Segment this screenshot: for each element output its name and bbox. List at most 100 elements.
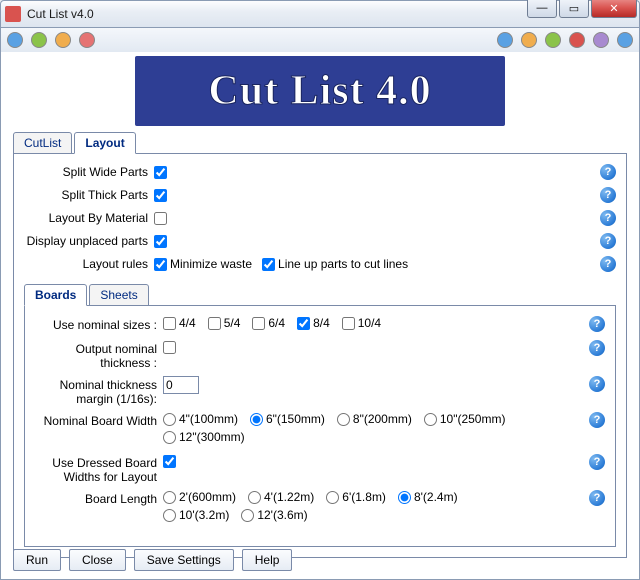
board-length-radio[interactable] xyxy=(398,491,411,504)
row-board-width: Nominal Board Width 4"(100mm)6"(150mm)8"… xyxy=(35,412,605,448)
display-unplaced-checkbox[interactable] xyxy=(154,235,167,248)
save-settings-button[interactable]: Save Settings xyxy=(134,549,234,571)
board-length-radio[interactable] xyxy=(248,491,261,504)
app-banner: Cut List 4.0 xyxy=(135,56,505,126)
output-nominal-checkbox[interactable] xyxy=(163,341,176,354)
main-tabs: CutList Layout xyxy=(13,132,627,154)
help-icon[interactable]: ? xyxy=(589,316,605,332)
inner-panel-wrap: Boards Sheets Use nominal sizes : 4/45/4… xyxy=(24,284,616,547)
tab-sheets[interactable]: Sheets xyxy=(89,284,148,306)
board-width-radio[interactable] xyxy=(250,413,263,426)
nominal-size-checkbox[interactable] xyxy=(342,317,355,330)
dressed-widths-checkbox[interactable] xyxy=(163,455,176,468)
rule-lineup-option[interactable]: Line up parts to cut lines xyxy=(262,257,408,271)
nominal-size-checkbox[interactable] xyxy=(163,317,176,330)
help-icon[interactable]: ? xyxy=(589,376,605,392)
display-unplaced-label: Display unplaced parts xyxy=(24,234,154,248)
board-width-radio[interactable] xyxy=(163,431,176,444)
toolbar-icon xyxy=(79,32,95,48)
row-layout-rules: Layout rules Minimize waste Line up part… xyxy=(24,254,616,274)
nominal-size-label: 10/4 xyxy=(358,316,381,330)
board-width-option[interactable]: 10"(250mm) xyxy=(424,412,506,426)
board-width-option[interactable]: 8"(200mm) xyxy=(337,412,412,426)
nominal-size-option[interactable]: 5/4 xyxy=(208,316,241,330)
rule-lineup-label: Line up parts to cut lines xyxy=(278,257,408,271)
toolbar-icon xyxy=(521,32,537,48)
board-length-option[interactable]: 4'(1.22m) xyxy=(248,490,314,504)
board-length-radio[interactable] xyxy=(163,509,176,522)
run-button[interactable]: Run xyxy=(13,549,61,571)
split-thick-checkbox[interactable] xyxy=(154,189,167,202)
rule-minimize-option[interactable]: Minimize waste xyxy=(154,257,252,271)
close-window-button[interactable]: ✕ xyxy=(591,0,637,18)
thickness-margin-input[interactable] xyxy=(163,376,199,394)
nominal-size-checkbox[interactable] xyxy=(297,317,310,330)
help-icon[interactable]: ? xyxy=(600,233,616,249)
board-length-radio[interactable] xyxy=(241,509,254,522)
rule-minimize-label: Minimize waste xyxy=(170,257,252,271)
close-button[interactable]: Close xyxy=(69,549,126,571)
board-length-radio[interactable] xyxy=(163,491,176,504)
by-material-checkbox[interactable] xyxy=(154,212,167,225)
row-thickness-margin: Nominal thickness margin (1/16s): ? xyxy=(35,376,605,406)
nominal-size-option[interactable]: 6/4 xyxy=(252,316,285,330)
board-width-radio[interactable] xyxy=(163,413,176,426)
board-length-option[interactable]: 12'(3.6m) xyxy=(241,508,307,522)
help-icon[interactable]: ? xyxy=(600,187,616,203)
toolbar-icon xyxy=(7,32,23,48)
board-width-label: 6"(150mm) xyxy=(266,412,325,426)
banner-text: Cut List 4.0 xyxy=(208,67,431,115)
tab-cutlist[interactable]: CutList xyxy=(13,132,72,154)
rule-minimize-checkbox[interactable] xyxy=(154,258,167,271)
row-split-wide: Split Wide Parts ? xyxy=(24,162,616,182)
help-icon[interactable]: ? xyxy=(589,490,605,506)
board-length-label: 10'(3.2m) xyxy=(179,508,229,522)
board-width-radio[interactable] xyxy=(337,413,350,426)
thickness-margin-label: Nominal thickness margin (1/16s): xyxy=(35,376,163,406)
help-icon[interactable]: ? xyxy=(600,210,616,226)
help-icon[interactable]: ? xyxy=(600,256,616,272)
board-width-option[interactable]: 12"(300mm) xyxy=(163,430,245,444)
nominal-size-label: 4/4 xyxy=(179,316,196,330)
nominal-size-checkbox[interactable] xyxy=(252,317,265,330)
split-wide-checkbox[interactable] xyxy=(154,166,167,179)
help-button[interactable]: Help xyxy=(242,549,293,571)
row-output-nominal: Output nominal thickness : ? xyxy=(35,340,605,370)
help-icon[interactable]: ? xyxy=(589,412,605,428)
split-thick-label: Split Thick Parts xyxy=(24,188,154,202)
nominal-size-checkbox[interactable] xyxy=(208,317,221,330)
board-length-option[interactable]: 10'(3.2m) xyxy=(163,508,229,522)
help-icon[interactable]: ? xyxy=(589,454,605,470)
row-dressed-widths: Use Dressed Board Widths for Layout ? xyxy=(35,454,605,484)
nominal-size-option[interactable]: 4/4 xyxy=(163,316,196,330)
nominal-size-option[interactable]: 8/4 xyxy=(297,316,330,330)
board-length-option[interactable]: 2'(600mm) xyxy=(163,490,236,504)
board-length-radio[interactable] xyxy=(326,491,339,504)
board-width-option[interactable]: 6"(150mm) xyxy=(250,412,325,426)
minimize-button[interactable]: — xyxy=(527,0,557,18)
background-toolbar xyxy=(0,28,640,52)
board-width-radio[interactable] xyxy=(424,413,437,426)
board-length-option[interactable]: 6'(1.8m) xyxy=(326,490,386,504)
toolbar-icon xyxy=(497,32,513,48)
board-length-option[interactable]: 8'(2.4m) xyxy=(398,490,458,504)
maximize-button[interactable]: ▭ xyxy=(559,0,589,18)
window-title: Cut List v4.0 xyxy=(27,7,94,21)
tab-boards[interactable]: Boards xyxy=(24,284,87,306)
row-by-material: Layout By Material ? xyxy=(24,208,616,228)
split-wide-label: Split Wide Parts xyxy=(24,165,154,179)
help-icon[interactable]: ? xyxy=(600,164,616,180)
row-nominal-sizes: Use nominal sizes : 4/45/46/48/410/4 ? xyxy=(35,316,605,334)
help-icon[interactable]: ? xyxy=(589,340,605,356)
rule-lineup-checkbox[interactable] xyxy=(262,258,275,271)
toolbar-icon xyxy=(569,32,585,48)
board-width-option[interactable]: 4"(100mm) xyxy=(163,412,238,426)
tab-layout[interactable]: Layout xyxy=(74,132,135,154)
window-body: Cut List 4.0 CutList Layout Split Wide P… xyxy=(0,52,640,580)
board-length-label: 4'(1.22m) xyxy=(264,490,314,504)
inner-tabs: Boards Sheets xyxy=(24,284,616,306)
board-width-label: 4"(100mm) xyxy=(179,412,238,426)
nominal-size-option[interactable]: 10/4 xyxy=(342,316,381,330)
output-nominal-label: Output nominal thickness : xyxy=(35,340,163,370)
nominal-size-label: 8/4 xyxy=(313,316,330,330)
